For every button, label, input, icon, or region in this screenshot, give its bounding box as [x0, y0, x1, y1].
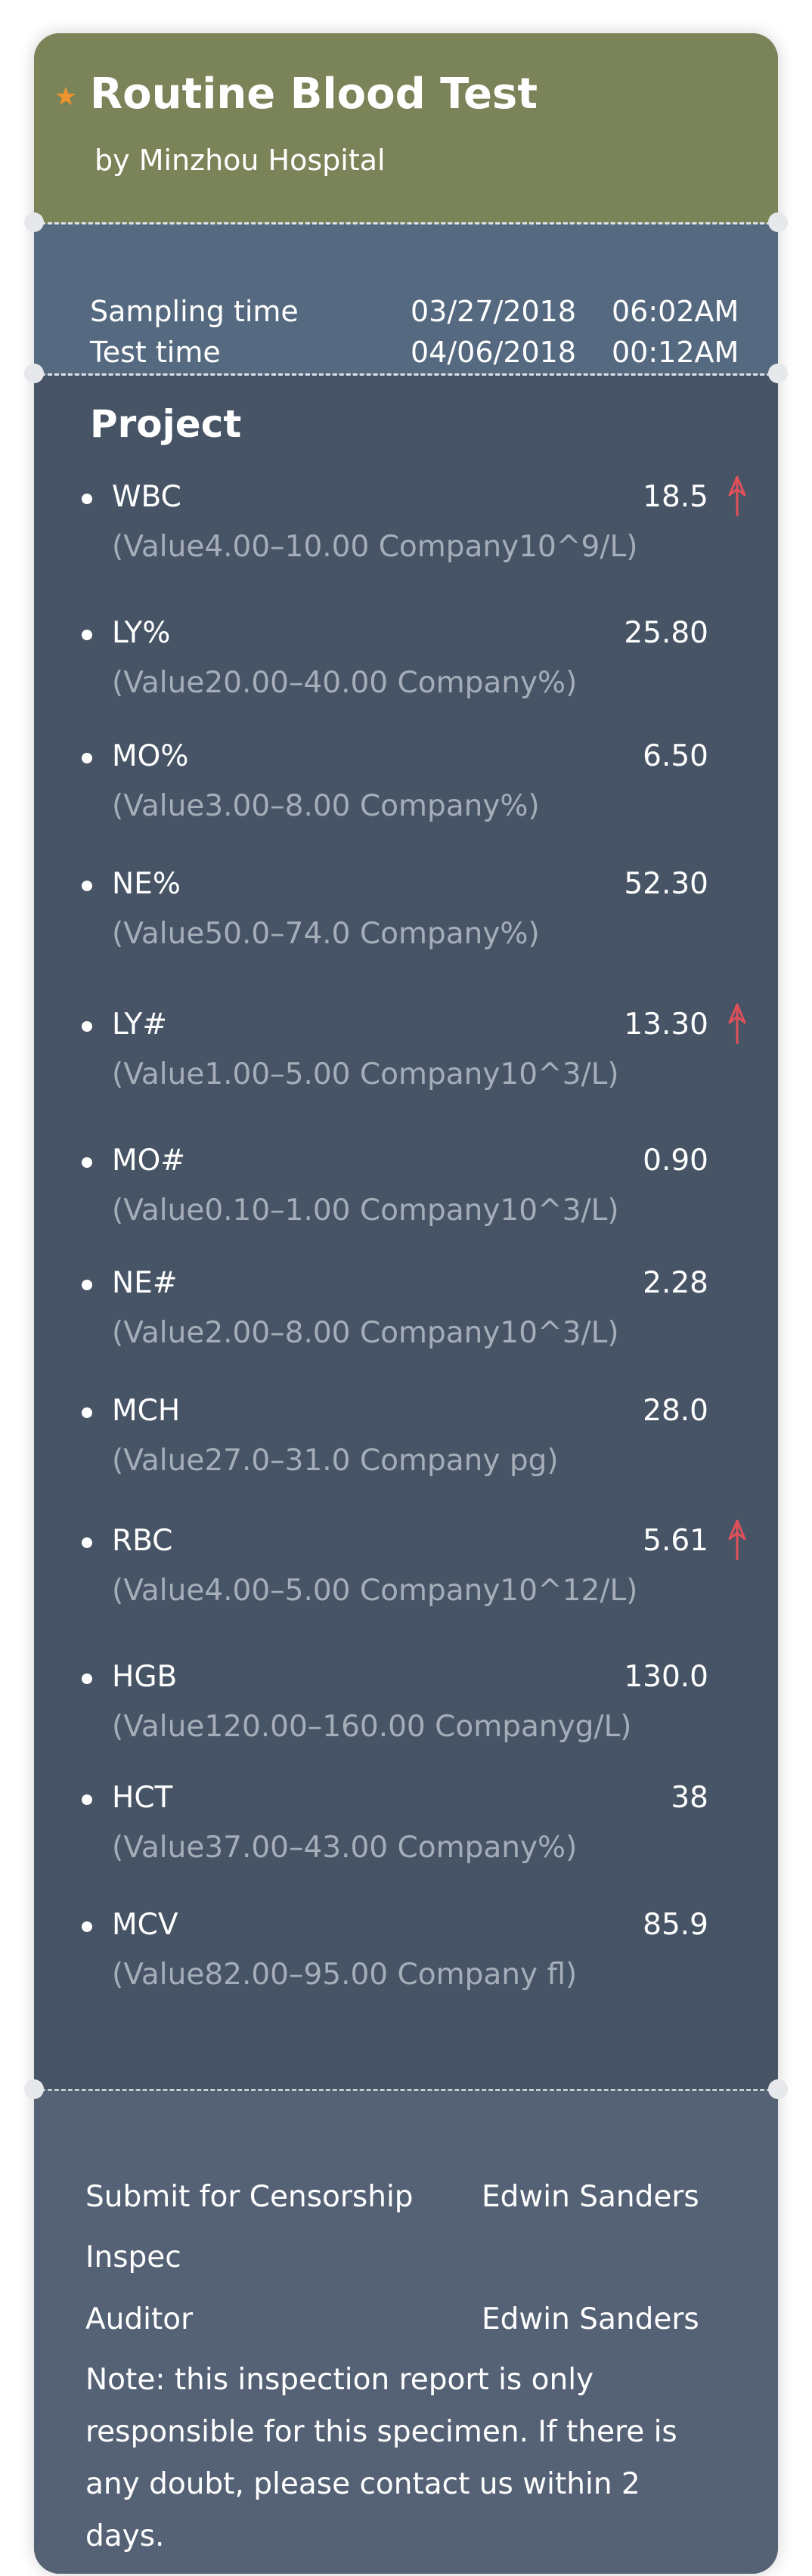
bullet-icon [82, 881, 92, 891]
report-card: ★ Routine Blood Test by Minzhou Hospital… [34, 33, 778, 2574]
item-range: (Value50.0–74.0 Company%) [112, 917, 540, 951]
item-name: NE% [112, 867, 181, 901]
footer-note: Note: this inspection report is only res… [85, 2363, 677, 2553]
item-range: (Value82.00–95.00 Company fl) [112, 1958, 578, 1992]
report-header: ★ Routine Blood Test by Minzhou Hospital [34, 33, 778, 224]
notch [24, 2079, 44, 2099]
star-icon: ★ [54, 82, 78, 112]
item-value: 6.50 [643, 739, 708, 773]
sampling-clock: 06:02AM [612, 295, 739, 328]
item-value: 2.28 [643, 1266, 708, 1300]
item-range: (Value3.00–8.00 Company%) [112, 789, 540, 823]
sampling-time-row: Sampling time 03/27/2018 06:02AM [90, 295, 770, 331]
item-range: (Value0.10–1.00 Company10^3/L) [112, 1194, 619, 1228]
divider [34, 222, 778, 224]
item-range: (Value4.00–5.00 Company10^12/L) [112, 1574, 638, 1608]
auditor-label: Auditor [85, 2302, 194, 2336]
item-value: 85.9 [643, 1908, 708, 1942]
item-value: 28.0 [643, 1394, 708, 1428]
notch [768, 212, 788, 232]
test-time-row: Test time 04/06/2018 00:12AM [90, 336, 770, 372]
notch [768, 364, 788, 383]
item-value: 18.5 [643, 480, 708, 514]
test-date: 04/06/2018 [411, 336, 577, 369]
list-item: WBC 18.5 (Value4.00–10.00 Company10^9/L) [34, 475, 778, 566]
inspec-label: Inspec [85, 2240, 181, 2274]
item-value: 25.80 [624, 616, 708, 650]
item-range: (Value20.00–40.00 Company%) [112, 666, 578, 700]
item-name: HCT [112, 1781, 173, 1815]
list-item: MO% 6.50 (Value3.00–8.00 Company%) [34, 735, 778, 825]
item-range: (Value1.00–5.00 Company10^3/L) [112, 1057, 619, 1091]
list-item: MCV 85.9 (Value82.00–95.00 Company fl) [34, 1903, 778, 1994]
item-name: NE# [112, 1266, 178, 1300]
notch [24, 212, 44, 232]
time-section: Sampling time 03/27/2018 06:02AM Test ti… [34, 224, 778, 375]
item-value: 130.0 [624, 1660, 708, 1694]
list-item: LY# 13.30 (Value1.00–5.00 Company10^3/L) [34, 1003, 778, 1094]
bullet-icon [82, 753, 92, 763]
item-name: MCH [112, 1394, 181, 1428]
item-value: 0.90 [643, 1144, 708, 1178]
bullet-icon [82, 630, 92, 640]
bullet-icon [82, 1794, 92, 1805]
notch [24, 364, 44, 383]
item-name: LY# [112, 1008, 168, 1042]
item-name: MO# [112, 1144, 186, 1178]
auditor-value: Edwin Sanders [482, 2302, 699, 2336]
item-name: MCV [112, 1908, 178, 1942]
hospital-name: by Minzhou Hospital [95, 144, 386, 177]
submit-value: Edwin Sanders [482, 2180, 699, 2214]
arrow-up-icon [728, 1003, 746, 1044]
divider [34, 373, 778, 376]
test-time-label: Test time [90, 336, 221, 369]
bullet-icon [82, 1537, 92, 1548]
bullet-icon [82, 1407, 92, 1418]
item-name: WBC [112, 480, 181, 514]
report-title: Routine Blood Test [90, 70, 538, 119]
notch [768, 2079, 788, 2099]
item-name: RBC [112, 1524, 173, 1558]
bullet-icon [82, 1921, 92, 1932]
item-name: MO% [112, 739, 189, 773]
bullet-icon [82, 1280, 92, 1290]
sampling-time-label: Sampling time [90, 295, 299, 328]
project-title: Project [90, 402, 242, 446]
item-range: (Value120.00–160.00 Companyg/L) [112, 1710, 632, 1744]
list-item: HGB 130.0 (Value120.00–160.00 Companyg/L) [34, 1655, 778, 1746]
sampling-date: 03/27/2018 [411, 295, 577, 328]
submit-label: Submit for Censorship [85, 2180, 414, 2214]
bullet-icon [82, 1021, 92, 1032]
item-range: (Value2.00–8.00 Company10^3/L) [112, 1316, 619, 1350]
item-value: 13.30 [624, 1008, 708, 1042]
bullet-icon [82, 494, 92, 504]
list-item: MCH 28.0 (Value27.0–31.0 Company pg) [34, 1389, 778, 1480]
arrow-up-icon [728, 475, 746, 516]
bullet-icon [82, 1157, 92, 1168]
item-value: 52.30 [624, 867, 708, 901]
list-item: RBC 5.61 (Value4.00–5.00 Company10^12/L) [34, 1519, 778, 1610]
arrow-up-icon [728, 1519, 746, 1560]
item-value: 5.61 [643, 1524, 708, 1558]
bullet-icon [82, 1673, 92, 1684]
item-name: LY% [112, 616, 171, 650]
item-value: 38 [671, 1781, 708, 1815]
test-clock: 00:12AM [612, 336, 739, 369]
item-range: (Value37.00–43.00 Company%) [112, 1831, 578, 1865]
list-item: NE% 52.30 (Value50.0–74.0 Company%) [34, 862, 778, 953]
item-range: (Value27.0–31.0 Company pg) [112, 1444, 559, 1478]
list-item: NE# 2.28 (Value2.00–8.00 Company10^3/L) [34, 1262, 778, 1352]
report-footer: Submit for Censorship Edwin Sanders Insp… [34, 2091, 778, 2574]
item-name: HGB [112, 1660, 178, 1694]
list-item: HCT 38 (Value37.00–43.00 Company%) [34, 1776, 778, 1867]
list-item: MO# 0.90 (Value0.10–1.00 Company10^3/L) [34, 1139, 778, 1230]
item-range: (Value4.00–10.00 Company10^9/L) [112, 530, 638, 564]
list-item: LY% 25.80 (Value20.00–40.00 Company%) [34, 611, 778, 702]
